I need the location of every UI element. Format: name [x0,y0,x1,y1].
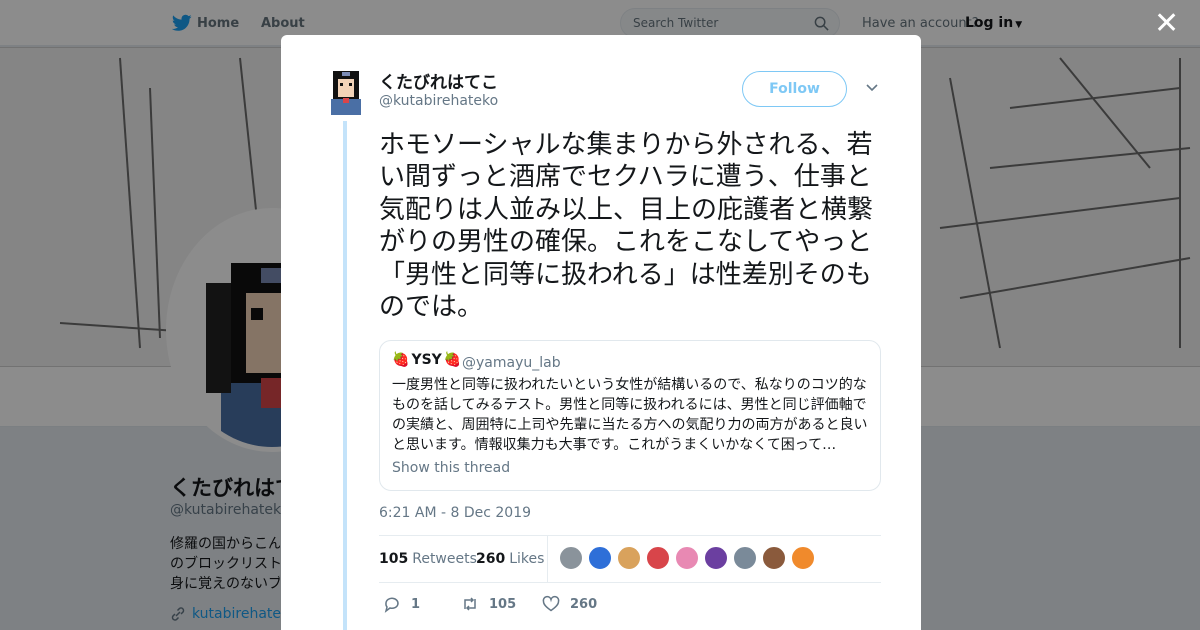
reply-button[interactable]: 1 [383,595,420,613]
retweets-count: 105 [379,551,409,567]
quoted-author-handle: @yamayu_lab [462,355,561,371]
likes-stat[interactable]: 260 Likes [476,551,544,567]
tweet-modal: くたびれはてこ @kutabirehateko Follow ホモソーシャルな集… [281,35,921,630]
author-name[interactable]: くたびれはてこ [379,68,498,93]
chevron-down-icon[interactable] [865,81,879,95]
stats-divider [547,536,548,583]
retweets-label: Retweets [412,551,477,567]
like-count: 260 [570,596,598,612]
tweet-text: ホモソーシャルな集まりから外される、若い間ずっと酒席でセクハラに遭う、仕事と気配… [379,130,874,323]
heart-icon [542,595,560,612]
quoted-tweet-text: 一度男性と同等に扱われたいという女性が結構いるので、私なりのコツ的なものを話して… [392,377,868,453]
liker-avatar[interactable] [559,546,583,570]
liker-avatar[interactable] [762,546,786,570]
retweet-icon [464,597,476,611]
show-thread-link[interactable]: Show this thread [392,460,510,476]
quoted-author-label: YSY [411,352,442,368]
liker-avatar[interactable] [617,546,641,570]
strawberry-icon: 🍓 [392,352,410,368]
like-button[interactable]: 260 [542,595,597,613]
thread-line [343,121,347,630]
liker-avatar[interactable] [791,546,815,570]
quoted-tweet[interactable]: 🍓 YSY 🍓 @yamayu_lab 一度男性と同等に扱われたいという女性が結… [379,340,881,491]
likers-avatars [559,546,815,570]
tweet-stats: 105 Retweets 260 Likes [379,535,881,583]
reply-count: 1 [411,596,421,612]
liker-avatar[interactable] [646,546,670,570]
liker-avatar[interactable] [733,546,757,570]
quoted-author-name: 🍓 YSY 🍓 [392,352,461,368]
author-handle[interactable]: @kutabirehateko [379,93,498,109]
retweet-button[interactable]: 105 [461,595,516,613]
retweet-count: 105 [489,596,517,612]
tweet-timestamp[interactable]: 6:21 AM - 8 Dec 2019 [379,505,531,521]
author-avatar[interactable] [327,69,365,115]
strawberry-icon: 🍓 [443,352,462,368]
close-icon[interactable]: ✕ [1154,9,1179,39]
likes-label: Likes [509,551,545,567]
liker-avatar[interactable] [588,546,612,570]
tweet-actions: 1 105 260 [379,593,881,617]
retweets-stat[interactable]: 105 Retweets [379,551,477,567]
liker-avatar[interactable] [675,546,699,570]
reply-icon [384,597,399,613]
liker-avatar[interactable] [704,546,728,570]
follow-button[interactable]: Follow [742,71,847,107]
likes-count: 260 [476,551,506,567]
